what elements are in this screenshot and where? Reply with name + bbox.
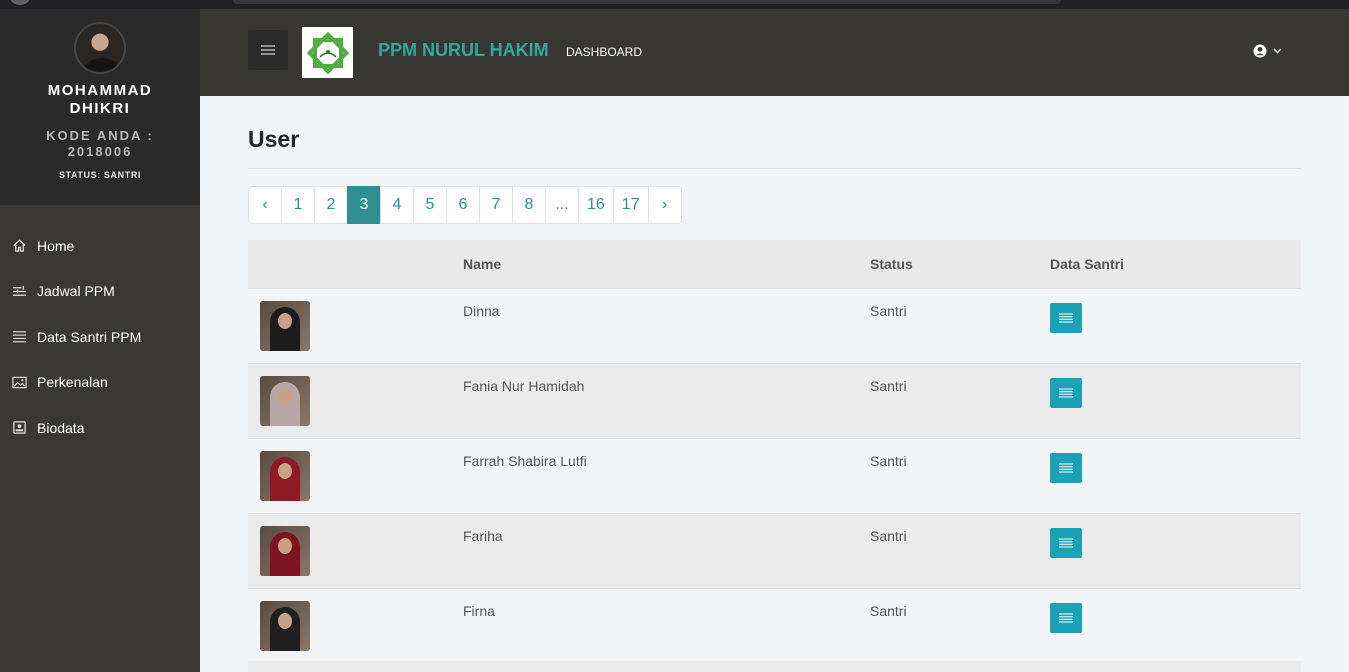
main-content: User ‹ 1 2 3 4 5 6 7 8 ... 16 17 › Name …	[248, 96, 1301, 664]
pagination-page[interactable]: 1	[281, 186, 315, 224]
table-row: Farrah Shabira Lutfi Santri	[248, 438, 1301, 514]
list-icon	[1059, 538, 1073, 547]
data-santri-button[interactable]	[1050, 602, 1082, 633]
table-row: Fania Nur Hamidah Santri	[248, 363, 1301, 439]
pagination-page[interactable]: 16	[578, 186, 614, 224]
browser-button[interactable]	[8, 0, 32, 5]
sidebar-item-data-santri[interactable]: Data Santri PPM	[0, 314, 200, 360]
user-circle-icon	[1253, 44, 1267, 58]
pagination-prev[interactable]: ‹	[248, 186, 282, 224]
data-santri-button[interactable]	[1050, 302, 1082, 333]
sidebar-item-biodata[interactable]: Biodata	[0, 405, 200, 451]
sidebar-item-label: Biodata	[37, 419, 85, 436]
logo-emblem-icon	[306, 31, 349, 74]
browser-address-bar[interactable]	[233, 0, 1061, 4]
title-divider	[248, 168, 1301, 169]
image-icon	[12, 375, 27, 390]
list-icon	[1059, 388, 1073, 397]
user-photo	[260, 600, 310, 651]
nav-dashboard-link[interactable]: DASHBOARD	[566, 45, 642, 59]
home-icon	[12, 238, 27, 253]
table-row: Fariha Santri	[248, 513, 1301, 589]
list-icon	[1059, 613, 1073, 622]
data-santri-button[interactable]	[1050, 527, 1082, 558]
pagination-page[interactable]: 17	[612, 186, 649, 224]
sidebar: MOHAMMAD DHIKRI KODE ANDA : 2018006 STAT…	[0, 9, 200, 672]
profile-panel: MOHAMMAD DHIKRI KODE ANDA : 2018006 STAT…	[0, 9, 200, 205]
user-menu[interactable]	[1253, 44, 1282, 58]
list-icon	[1059, 463, 1073, 472]
profile-code: KODE ANDA : 2018006	[46, 128, 154, 159]
user-status: Santri	[870, 513, 1050, 589]
list-icon	[1059, 313, 1073, 322]
column-header-data-santri: Data Santri	[1050, 240, 1301, 289]
table-header-row: Name Status Data Santri	[248, 240, 1301, 289]
sidebar-item-perkenalan[interactable]: Perkenalan	[0, 360, 200, 406]
user-photo	[260, 450, 310, 501]
user-name: Farrah Shabira Lutfi	[463, 438, 870, 514]
table-row-partial	[248, 661, 1301, 672]
user-name: Fariha	[463, 513, 870, 589]
table-row: Dinna Santri	[248, 288, 1301, 364]
user-status: Santri	[870, 363, 1050, 439]
sidebar-item-label: Data Santri PPM	[37, 328, 142, 345]
user-photo	[260, 375, 310, 426]
sidebar-menu: Home Jadwal PPM Data Santri PPM Perkenal…	[0, 223, 200, 451]
profile-status: STATUS: SANTRI	[58, 170, 142, 180]
sidebar-item-jadwal[interactable]: Jadwal PPM	[0, 269, 200, 315]
pagination-ellipsis: ...	[545, 186, 579, 224]
brand-logo[interactable]	[302, 27, 353, 78]
pagination-page[interactable]: 8	[512, 186, 546, 224]
user-name: Firna	[463, 588, 870, 664]
pagination-next[interactable]: ›	[647, 186, 682, 224]
pagination-page-current[interactable]: 3	[347, 186, 381, 224]
avatar	[74, 22, 126, 74]
user-name: Dinna	[463, 288, 870, 364]
hamburger-button[interactable]	[248, 30, 288, 70]
data-santri-button[interactable]	[1050, 452, 1082, 483]
user-status: Santri	[870, 588, 1050, 664]
user-photo	[260, 525, 310, 576]
sidebar-item-label: Jadwal PPM	[37, 283, 115, 300]
hamburger-icon	[261, 45, 275, 55]
sidebar-item-label: Home	[37, 237, 75, 254]
brand-title[interactable]: PPM NURUL HAKIM	[378, 40, 549, 61]
browser-chrome	[0, 0, 1349, 9]
page-title: User	[248, 126, 300, 152]
sidebar-item-home[interactable]: Home	[0, 223, 200, 269]
profile-name: MOHAMMAD DHIKRI	[47, 82, 153, 117]
data-santri-button[interactable]	[1050, 377, 1082, 408]
user-status: Santri	[870, 438, 1050, 514]
user-name: Fania Nur Hamidah	[463, 363, 870, 439]
list-icon	[12, 329, 27, 344]
pagination-page[interactable]: 2	[314, 186, 348, 224]
pagination-page[interactable]: 7	[479, 186, 513, 224]
column-header-photo	[248, 240, 463, 289]
user-status: Santri	[870, 288, 1050, 364]
users-table: Name Status Data Santri Dinna Santri Fan…	[248, 240, 1301, 664]
schedule-icon	[12, 284, 27, 299]
pagination-page[interactable]: 4	[380, 186, 414, 224]
column-header-name: Name	[463, 240, 870, 289]
pagination-page[interactable]: 6	[446, 186, 480, 224]
column-header-status: Status	[870, 240, 1050, 289]
chevron-down-icon	[1273, 48, 1282, 54]
pagination-page[interactable]: 5	[413, 186, 447, 224]
sidebar-item-label: Perkenalan	[37, 374, 108, 391]
user-photo	[260, 300, 310, 351]
top-header: PPM NURUL HAKIM DASHBOARD	[200, 9, 1349, 96]
table-row: Firna Santri	[248, 588, 1301, 664]
pagination: ‹ 1 2 3 4 5 6 7 8 ... 16 17 ›	[248, 186, 1301, 224]
id-card-icon	[12, 420, 27, 435]
